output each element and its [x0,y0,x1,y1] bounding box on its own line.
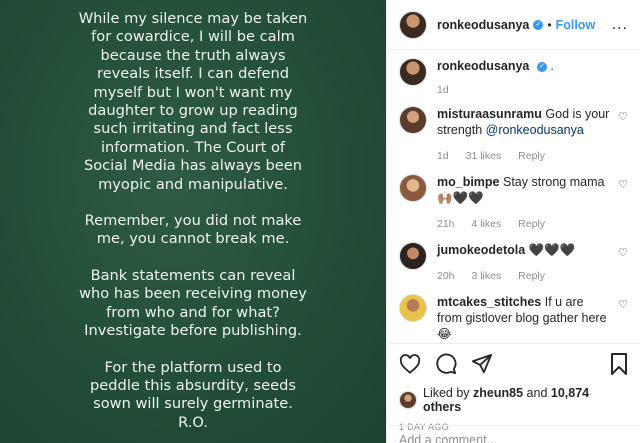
reply-button[interactable]: Reply [518,218,545,230]
comment-likes[interactable]: 4 likes [471,218,501,230]
avatar[interactable] [399,242,427,270]
caption-username[interactable]: ronkeodusanya [437,59,529,73]
like-comment-heart-icon[interactable]: ♡ [618,110,628,123]
avatar[interactable] [399,294,427,322]
caption: ronkeodusanya ✓ . 1d [399,58,628,96]
post-paragraph-3: Bank statements can reveal who has been … [79,266,307,340]
instagram-post-view: While my silence may be taken for coward… [0,0,640,443]
post-paragraph-4: For the platform used to peddle this abs… [90,358,296,431]
avatar[interactable] [399,106,427,134]
comment-time: 1d [437,150,449,162]
comment-time: 21h [437,218,455,230]
bookmark-icon[interactable] [610,353,628,375]
post-actions: Liked by zheun85 and 10,874 others 1 DAY… [387,343,640,432]
add-comment-input[interactable]: Add a comment... [387,425,640,443]
verified-badge-icon: ✓ [536,61,547,72]
heart-icon[interactable] [399,354,421,374]
avatar[interactable] [399,391,417,409]
header-username[interactable]: ronkeodusanya [437,18,529,32]
more-options-icon[interactable]: ... [612,16,628,34]
likes-and: and [526,386,548,400]
likes-summary: Liked by zheun85 and 10,874 others [399,386,628,414]
comment-username[interactable]: mtcakes_stitches [437,295,541,309]
post-paragraph-2: Remember, you did not make me, you canno… [84,212,302,248]
like-comment-heart-icon[interactable]: ♡ [618,298,628,311]
follow-button[interactable]: Follow [556,18,596,32]
comment-username[interactable]: jumokeodetola [437,243,525,257]
list-item: mo_bimpe Stay strong mama 🙌🏽🖤🖤 21h 4 lik… [399,174,628,230]
caption-text: . [550,59,554,73]
comment-mention[interactable]: @ronkeodusanya [486,123,584,137]
reply-button[interactable]: Reply [518,270,545,282]
post-header: ronkeodusanya ✓ • Follow ... [387,0,640,50]
comments-list[interactable]: ronkeodusanya ✓ . 1d misturaasunramu God… [387,50,640,342]
avatar[interactable] [399,58,427,86]
header-separator: • [547,17,552,32]
comment-username[interactable]: mo_bimpe [437,175,500,189]
like-comment-heart-icon[interactable]: ♡ [618,246,628,259]
like-comment-heart-icon[interactable]: ♡ [618,178,628,191]
comment-likes[interactable]: 3 likes [471,270,501,282]
comment-time: 20h [437,270,455,282]
list-item: jumokeodetola 🖤🖤🖤 20h 3 likes Reply ♡ [399,242,628,282]
list-item: mtcakes_stitches If u are from gistlover… [399,294,628,342]
comment-likes[interactable]: 31 likes [466,150,502,162]
verified-badge-icon: ✓ [533,19,544,30]
avatar[interactable] [399,10,427,39]
list-item: misturaasunramu God is your strength @ro… [399,106,628,162]
avatar[interactable] [399,174,427,202]
caption-time: 1d [437,84,449,96]
comment-text: 🖤🖤🖤 [528,243,576,257]
comment-icon[interactable] [435,353,457,375]
share-icon[interactable] [471,353,493,375]
likes-user[interactable]: zheun85 [473,386,523,400]
reply-button[interactable]: Reply [518,150,545,162]
post-sidebar: ronkeodusanya ✓ • Follow ... ronkeodusan… [386,0,640,443]
post-image[interactable]: While my silence may be taken for coward… [0,0,386,443]
post-paragraph-1: While my silence may be taken for coward… [78,10,308,193]
comment-username[interactable]: misturaasunramu [437,107,542,121]
likes-prefix: Liked by [423,386,470,400]
